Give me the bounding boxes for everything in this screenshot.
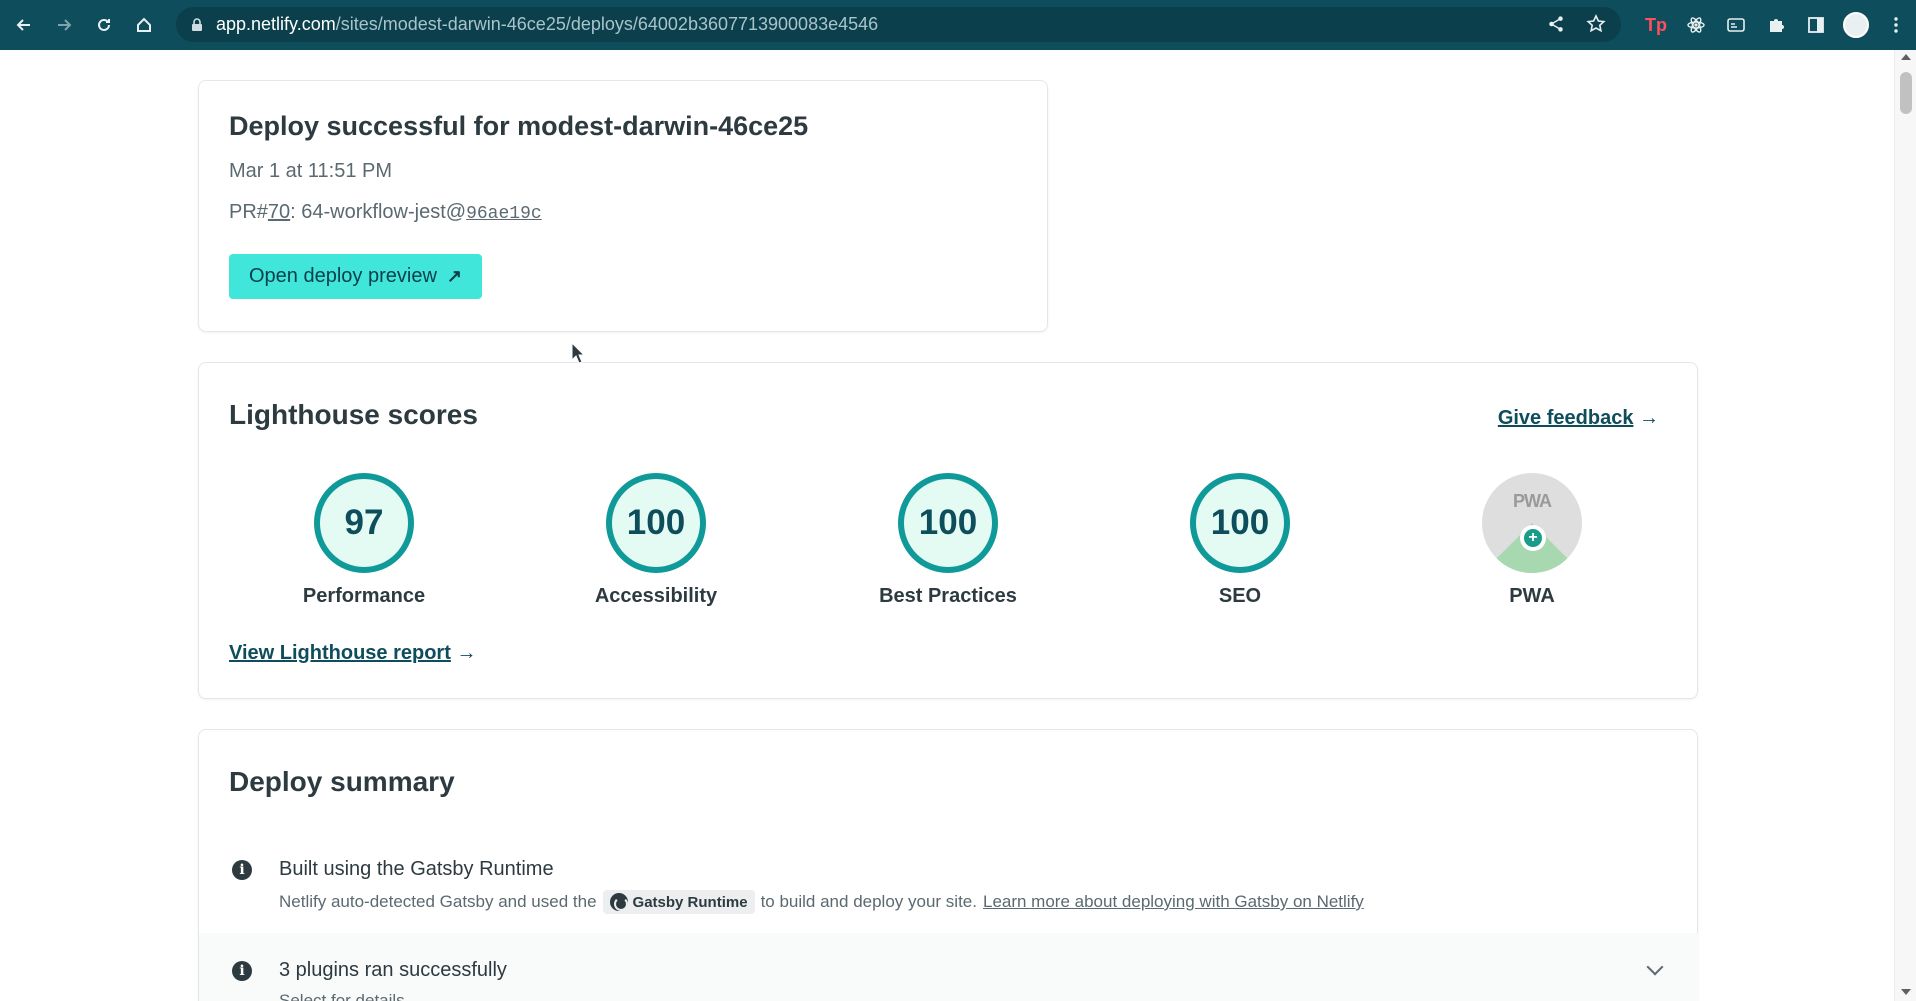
- learn-more-gatsby-link[interactable]: Learn more about deploying with Gatsby o…: [983, 892, 1364, 912]
- plus-icon: +: [1520, 525, 1546, 551]
- back-button[interactable]: [4, 5, 44, 45]
- give-feedback-label: Give feedback: [1497, 407, 1634, 429]
- arrow-right-icon: →: [456, 642, 477, 664]
- tp-extension-icon[interactable]: Tp: [1636, 5, 1676, 45]
- profile-avatar[interactable]: [1836, 5, 1876, 45]
- deploy-card: Deploy successful for modest-darwin-46ce…: [198, 80, 1048, 332]
- avatar: [1843, 12, 1869, 38]
- scroll-thumb[interactable]: [1900, 72, 1912, 114]
- score-ring: 100: [1190, 473, 1290, 573]
- deploy-date: Mar 1 at 11:51 PM: [229, 160, 393, 182]
- deploy-pr-info: PR#70: 64-workflow-jest@96ae19c: [229, 201, 1017, 224]
- score-seo: 100 SEO: [1140, 473, 1340, 608]
- url-host: app.netlify.com: [216, 14, 336, 34]
- home-button[interactable]: [124, 5, 164, 45]
- preview-button-label: Open deploy preview: [249, 265, 437, 287]
- scroll-up-arrow-icon[interactable]: [1901, 54, 1911, 60]
- gatsby-runtime-chip: Gatsby Runtime: [602, 890, 755, 914]
- scroll-down-arrow-icon[interactable]: [1901, 989, 1911, 995]
- summary-row-title: Built using the Gatsby Runtime: [279, 858, 554, 880]
- pwa-badge-text: PWA: [1512, 491, 1552, 511]
- summary-row-runtime: i Built using the Gatsby Runtime Netlify…: [199, 848, 1699, 943]
- score-ring: 100: [606, 473, 706, 573]
- external-arrow-icon: ↗: [446, 266, 462, 286]
- summary-row-description: Select for details.: [279, 991, 410, 1001]
- react-devtools-icon[interactable]: [1676, 5, 1716, 45]
- address-bar[interactable]: app.netlify.com/sites/modest-darwin-46ce…: [176, 7, 1621, 42]
- score-label: Performance: [302, 585, 426, 607]
- lighthouse-title: Lighthouse scores: [229, 399, 478, 430]
- pr-number-link[interactable]: 70: [268, 201, 290, 223]
- kebab-menu-icon[interactable]: [1876, 5, 1916, 45]
- score-label: PWA: [1509, 585, 1555, 607]
- score-performance: 97 Performance: [264, 473, 464, 608]
- score-pwa: PWA + PWA: [1432, 473, 1632, 608]
- summary-row-plugins[interactable]: i 3 plugins ran successfully Select for …: [199, 933, 1699, 1001]
- home-icon: [137, 17, 151, 32]
- open-deploy-preview-button[interactable]: Open deploy preview ↗: [229, 254, 482, 299]
- arrow-right-icon: →: [1639, 407, 1659, 429]
- plus-glyph: +: [1524, 529, 1542, 547]
- chip-label: Gatsby Runtime: [632, 893, 748, 911]
- report-link-label: View Lighthouse report: [229, 642, 451, 664]
- score-ring: 100: [898, 473, 998, 573]
- summary-row-title: 3 plugins ran successfully: [279, 959, 507, 981]
- pr-branch: : 64-workflow-jest@: [290, 201, 467, 223]
- sidebar-icon[interactable]: [1796, 5, 1836, 45]
- score-label: SEO: [1218, 585, 1262, 607]
- commit-link[interactable]: 96ae19c: [466, 204, 542, 224]
- mouse-cursor-icon: [571, 342, 585, 364]
- info-icon: i: [232, 961, 252, 981]
- reload-icon: [98, 18, 110, 31]
- lock-icon: [192, 17, 202, 31]
- desc-before: Netlify auto-detected Gatsby and used th…: [279, 892, 597, 911]
- lighthouse-scores: 97 Performance 100 Accessibility 100 Bes…: [229, 473, 1729, 613]
- lighthouse-card: Lighthouse scores Give feedback → 97 Per…: [198, 362, 1698, 699]
- summary-row-description: Netlify auto-detected Gatsby and used th…: [279, 890, 1364, 914]
- browser-toolbar: app.netlify.com/sites/modest-darwin-46ce…: [0, 0, 1916, 50]
- puzzle-icon[interactable]: [1756, 5, 1796, 45]
- media-icon[interactable]: [1716, 5, 1756, 45]
- url-path: /sites/modest-darwin-46ce25/deploys/6400…: [335, 14, 879, 34]
- score-label: Accessibility: [594, 585, 718, 607]
- arrow-left-icon: [16, 19, 30, 31]
- pwa-badge-icon: PWA +: [1482, 473, 1582, 573]
- share-icon[interactable]: [1545, 13, 1567, 35]
- deploy-title: Deploy successful for modest-darwin-46ce…: [229, 111, 809, 141]
- score-label: Best Practices: [879, 585, 1017, 607]
- score-accessibility: 100 Accessibility: [556, 473, 756, 608]
- desc-after: to build and deploy your site.: [760, 892, 977, 911]
- page-scrollbar[interactable]: [1894, 50, 1916, 1001]
- reload-button[interactable]: [84, 5, 124, 45]
- chevron-down-icon[interactable]: [1646, 958, 1664, 976]
- score-ring: 97: [314, 473, 414, 573]
- forward-button[interactable]: [44, 5, 84, 45]
- deploy-summary-card: Deploy summary i Built using the Gatsby …: [198, 729, 1699, 1001]
- gatsby-icon: [609, 893, 628, 911]
- view-lighthouse-report-link[interactable]: View Lighthouse report →: [229, 642, 476, 665]
- score-best-practices: 100 Best Practices: [848, 473, 1048, 608]
- give-feedback-link[interactable]: Give feedback →: [1498, 407, 1659, 430]
- star-icon[interactable]: [1585, 13, 1607, 35]
- pr-prefix: PR#: [229, 201, 268, 223]
- arrow-right-icon: [58, 19, 72, 31]
- info-icon: i: [232, 860, 252, 880]
- deploy-summary-title: Deploy summary: [229, 766, 455, 797]
